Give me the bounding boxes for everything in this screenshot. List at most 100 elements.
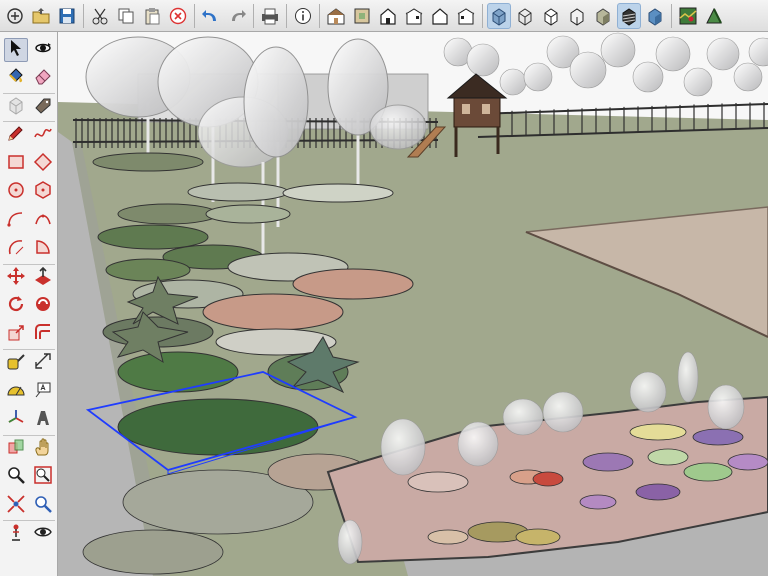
pan-tool[interactable]: [31, 437, 55, 461]
3d-text-icon: [33, 408, 53, 433]
hidden-style-button[interactable]: [565, 3, 589, 29]
wireframe-style-button[interactable]: [513, 3, 537, 29]
back-view-button[interactable]: [428, 3, 452, 29]
tool-group-divider: [3, 520, 55, 521]
toolbar-separator: [83, 3, 84, 28]
toolbar-separator: [482, 3, 483, 28]
iso-view-icon: [326, 6, 346, 26]
line-pencil-tool[interactable]: [4, 124, 28, 148]
hidden-line-style-button[interactable]: [539, 3, 563, 29]
make-component-tool[interactable]: [4, 95, 28, 119]
undo-icon: [201, 6, 221, 26]
new-button[interactable]: [3, 3, 27, 29]
left-view-button[interactable]: [454, 3, 478, 29]
toolbar-separator: [671, 3, 672, 28]
model-info-icon: [293, 6, 313, 26]
iso-view-button[interactable]: [324, 3, 348, 29]
section-plane-tool[interactable]: [4, 437, 28, 461]
protractor-tool[interactable]: [4, 380, 28, 404]
tag-tool-icon: [33, 95, 53, 120]
front-view-button[interactable]: [376, 3, 400, 29]
erase-button[interactable]: [166, 3, 190, 29]
circle-tool[interactable]: [4, 181, 28, 205]
look-around-tool[interactable]: [31, 523, 55, 547]
offset-tool[interactable]: [31, 323, 55, 347]
axes-tool[interactable]: [4, 409, 28, 433]
save-button[interactable]: [55, 3, 79, 29]
open-button[interactable]: [29, 3, 53, 29]
zoom-extents-icon: [6, 494, 26, 519]
toolbar-separator: [253, 3, 254, 28]
copy-button[interactable]: [114, 3, 138, 29]
monochrome-style-button[interactable]: [643, 3, 667, 29]
rotate-icon: [6, 294, 26, 319]
shaded-style-button[interactable]: [591, 3, 615, 29]
follow-me-tool[interactable]: [31, 295, 55, 319]
undo-button[interactable]: [199, 3, 223, 29]
move-tool[interactable]: [4, 266, 28, 290]
right-view-button[interactable]: [402, 3, 426, 29]
3d-text-tool[interactable]: [31, 409, 55, 433]
tag-tool-tool[interactable]: [31, 95, 55, 119]
right-view-icon: [404, 6, 424, 26]
cut-button[interactable]: [88, 3, 112, 29]
pie-icon: [33, 237, 53, 262]
landscape-model-scene[interactable]: [58, 32, 768, 576]
print-button[interactable]: [258, 3, 282, 29]
back-view-icon: [430, 6, 450, 26]
axes-icon: [6, 408, 26, 433]
redo-button[interactable]: [225, 3, 249, 29]
select-icon: [6, 38, 26, 63]
print-icon: [260, 6, 280, 26]
three-point-arc-tool[interactable]: [4, 238, 28, 262]
top-view-button[interactable]: [350, 3, 374, 29]
textured-style-button[interactable]: [617, 2, 641, 29]
zoom-extents-tool[interactable]: [4, 494, 28, 518]
zoom-window-tool[interactable]: [31, 466, 55, 490]
tool-group-divider: [3, 434, 55, 436]
scale-tool[interactable]: [4, 323, 28, 347]
paint-bucket-tool[interactable]: [4, 67, 28, 91]
add-location-button[interactable]: [676, 3, 700, 29]
rotate-tool[interactable]: [4, 295, 28, 319]
zoom-icon: [6, 465, 26, 490]
position-camera-tool[interactable]: [4, 523, 28, 547]
eraser-tool[interactable]: [31, 67, 55, 91]
hidden-line-style-icon: [541, 6, 561, 26]
shaded-style-icon: [593, 6, 613, 26]
three-point-arc-icon: [6, 237, 26, 262]
polygon-tool[interactable]: [31, 181, 55, 205]
tape-measure-tool[interactable]: [4, 352, 28, 376]
paste-button[interactable]: [140, 3, 164, 29]
orbit-icon: [33, 38, 53, 63]
polygon-icon: [33, 180, 53, 205]
paste-icon: [142, 6, 162, 26]
shadows-button[interactable]: [702, 3, 726, 29]
select-tool[interactable]: [4, 38, 28, 62]
eraser-icon: [33, 66, 53, 91]
add-location-icon: [678, 6, 698, 26]
xray-style-button[interactable]: [487, 2, 511, 29]
section-plane-icon: [6, 437, 26, 462]
rotated-rectangle-tool[interactable]: [31, 152, 55, 176]
push-pull-tool[interactable]: [31, 266, 55, 290]
text-tool[interactable]: [31, 380, 55, 404]
dimension-tool[interactable]: [31, 352, 55, 376]
pie-tool[interactable]: [31, 238, 55, 262]
freehand-icon: [33, 123, 53, 148]
orbit-tool[interactable]: [31, 38, 55, 62]
two-point-arc-tool[interactable]: [31, 209, 55, 233]
save-icon: [57, 6, 77, 26]
arc-tool[interactable]: [4, 209, 28, 233]
model-viewport[interactable]: [58, 32, 768, 576]
protractor-icon: [6, 380, 26, 405]
zoom-tool[interactable]: [4, 466, 28, 490]
offset-icon: [33, 323, 53, 348]
top-view-icon: [352, 6, 372, 26]
previous-view-tool[interactable]: [31, 494, 55, 518]
text-icon: [33, 380, 53, 405]
erase-icon: [168, 6, 188, 26]
model-info-button[interactable]: [291, 3, 315, 29]
freehand-tool[interactable]: [31, 124, 55, 148]
rectangle-tool[interactable]: [4, 152, 28, 176]
